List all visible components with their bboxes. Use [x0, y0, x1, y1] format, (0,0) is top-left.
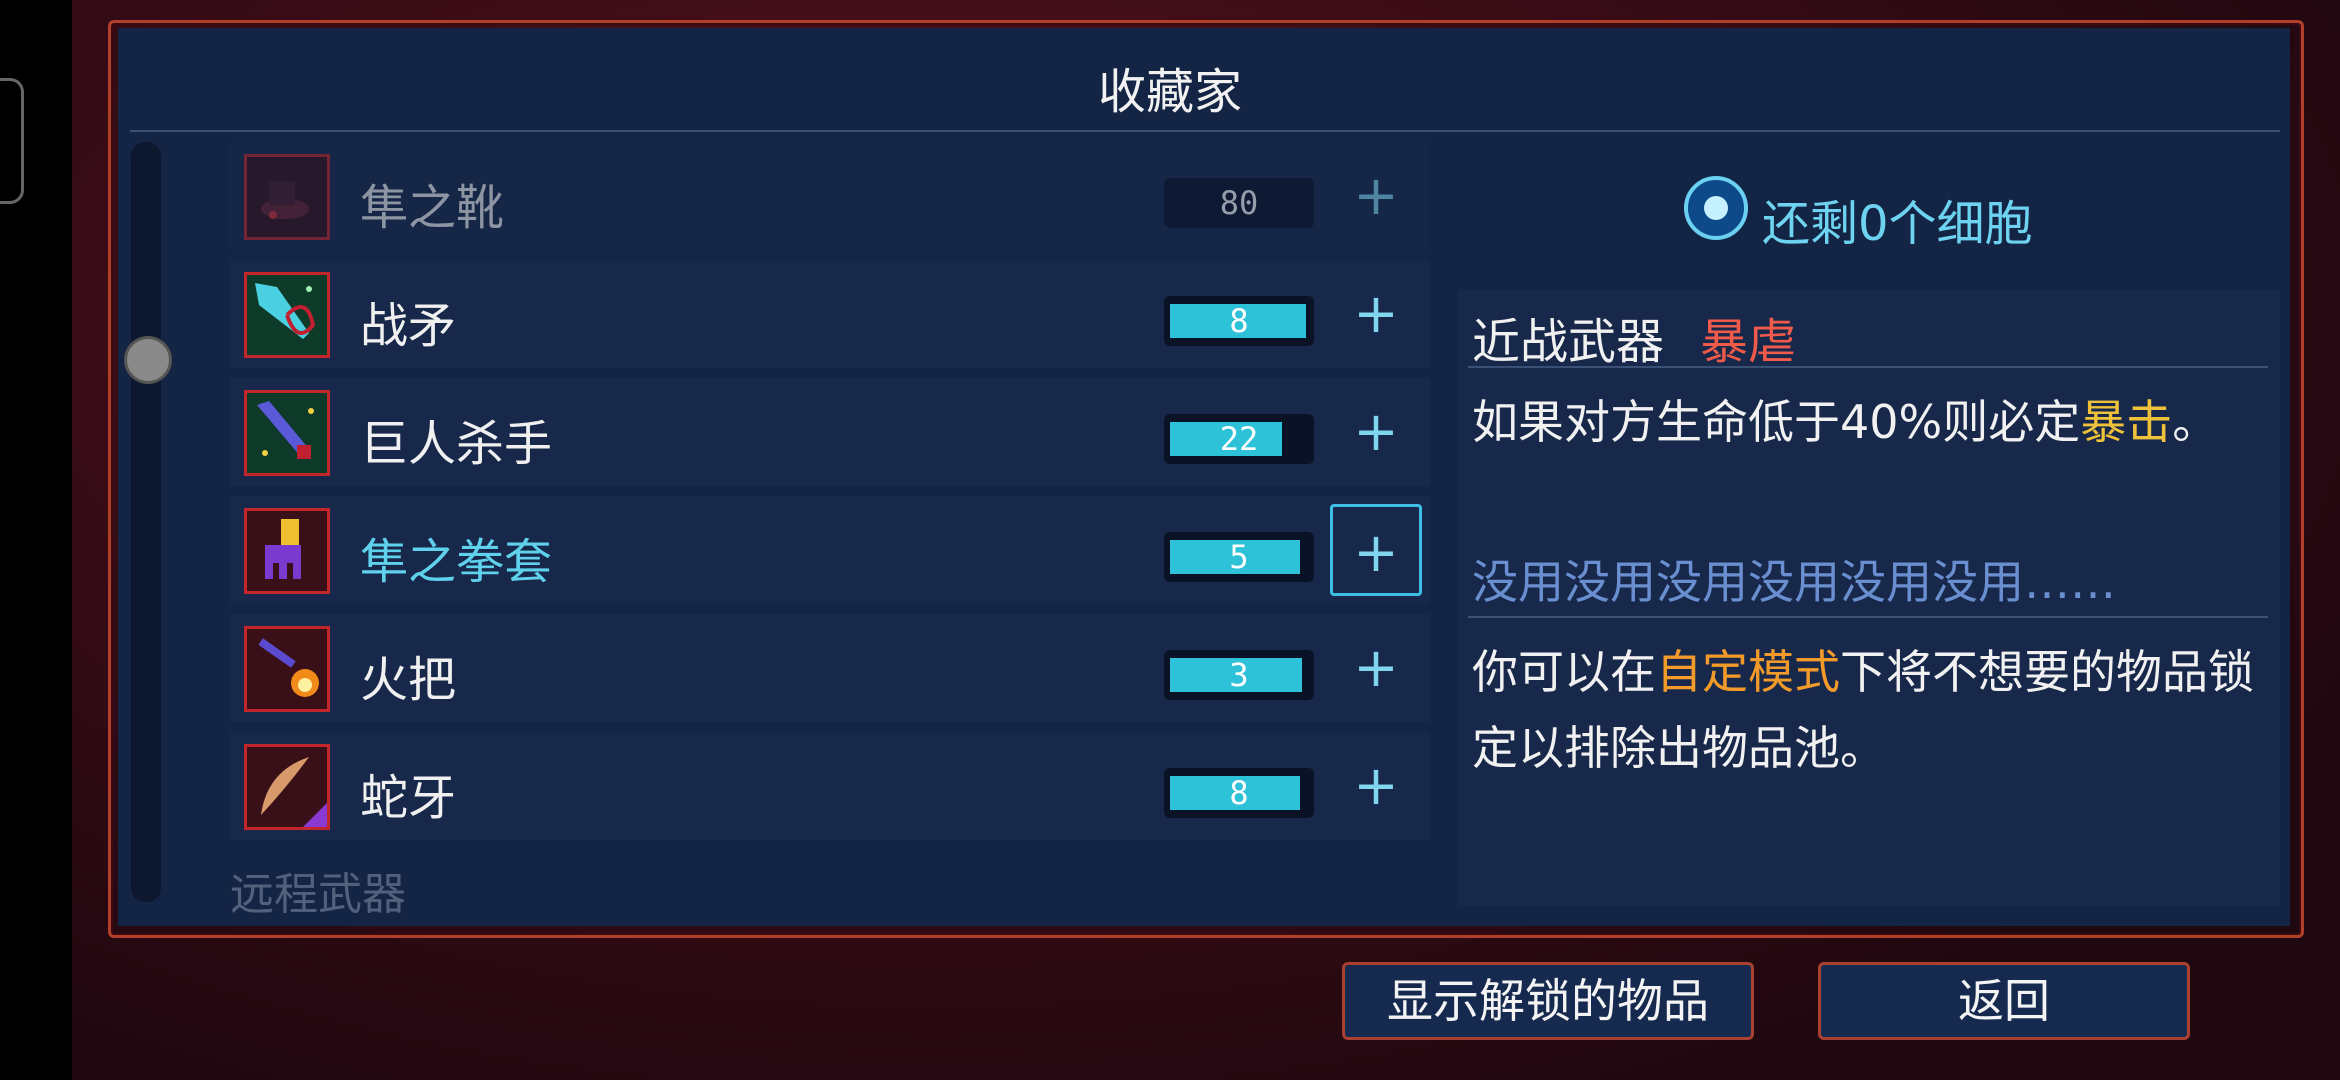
add-button-selected[interactable]: +: [1330, 504, 1422, 596]
war-spear-icon: [244, 272, 330, 358]
hawk-gauntlet-icon: [244, 508, 330, 594]
item-name: 巨人杀手: [360, 416, 553, 472]
detail-category: 近战武器: [1472, 314, 1665, 370]
snake-fang-icon: [244, 744, 330, 830]
detail-description: 如果对方生命低于40%则必定暴击。: [1472, 382, 2272, 462]
item-cost-bar: 5: [1164, 532, 1314, 582]
item-name: 隼之靴: [360, 180, 505, 236]
hint-highlight: 自定模式: [1656, 645, 1840, 699]
cell-icon: [1684, 176, 1748, 240]
item-cost-value: 3: [1229, 656, 1249, 694]
desc-highlight: 暴击: [2080, 395, 2173, 449]
add-button[interactable]: +: [1330, 268, 1422, 360]
item-list: 隼之靴 80 + 战矛 8 + 巨人杀手 22 + 隼之拳套 5 + 火把 3 …: [230, 142, 1430, 902]
detail-tag: 暴虐: [1700, 314, 1797, 370]
item-cost-bar: 3: [1164, 650, 1314, 700]
item-cost-value: 8: [1229, 774, 1249, 812]
desc-text: 如果对方生命低于40%则必定: [1472, 395, 2081, 449]
list-item[interactable]: 战矛 8 +: [230, 260, 1430, 368]
scrollbar-thumb[interactable]: [124, 336, 172, 384]
add-button[interactable]: +: [1330, 386, 1422, 478]
detail-flavor-text: 没用没用没用没用没用没用……: [1472, 555, 2116, 609]
list-item[interactable]: 火把 3 +: [230, 614, 1430, 722]
list-item[interactable]: 巨人杀手 22 +: [230, 378, 1430, 486]
detail-hint: 你可以在自定模式下将不想要的物品锁定以排除出物品池。: [1472, 634, 2272, 786]
item-name: 战矛: [360, 298, 457, 354]
list-item-selected[interactable]: 隼之拳套 5 +: [230, 496, 1430, 604]
add-button[interactable]: +: [1330, 622, 1422, 714]
item-detail-panel: 近战武器 暴虐 如果对方生命低于40%则必定暴击。 没用没用没用没用没用没用………: [1458, 290, 2280, 906]
back-button[interactable]: 返回: [1818, 962, 2190, 1040]
item-cost-bar: 8: [1164, 768, 1314, 818]
add-button[interactable]: +: [1330, 740, 1422, 832]
detail-divider: [1468, 616, 2268, 618]
item-cost-value: 22: [1219, 420, 1259, 458]
item-cost-value: 5: [1229, 538, 1249, 576]
item-cost-bar: 22: [1164, 414, 1314, 464]
item-name: 隼之拳套: [360, 534, 553, 590]
item-cost-value: 80: [1219, 184, 1259, 222]
list-item[interactable]: 隼之靴 80 +: [230, 142, 1430, 250]
section-header-ranged: 远程武器: [230, 869, 406, 920]
item-cost-bar: 8: [1164, 296, 1314, 346]
title-divider: [130, 130, 2280, 132]
show-unlocked-button[interactable]: 显示解锁的物品: [1342, 962, 1754, 1040]
item-name: 火把: [360, 652, 457, 708]
torch-icon: [244, 626, 330, 712]
hawk-boots-icon: [244, 154, 330, 240]
item-cost-value: 8: [1229, 302, 1249, 340]
page-title: 收藏家: [1097, 64, 1242, 120]
detail-divider: [1468, 366, 2268, 368]
item-name: 蛇牙: [360, 770, 457, 826]
desc-text-end: 。: [2172, 395, 2219, 449]
hint-text: 你可以在: [1472, 645, 1656, 699]
add-button[interactable]: +: [1330, 150, 1422, 242]
item-cost-bar: 80: [1164, 178, 1314, 228]
cells-remaining-text: 还剩0个细胞: [1762, 196, 2033, 252]
list-item[interactable]: 蛇牙 8 +: [230, 732, 1430, 840]
list-scrollbar[interactable]: [131, 142, 161, 902]
giant-killer-icon: [244, 390, 330, 476]
